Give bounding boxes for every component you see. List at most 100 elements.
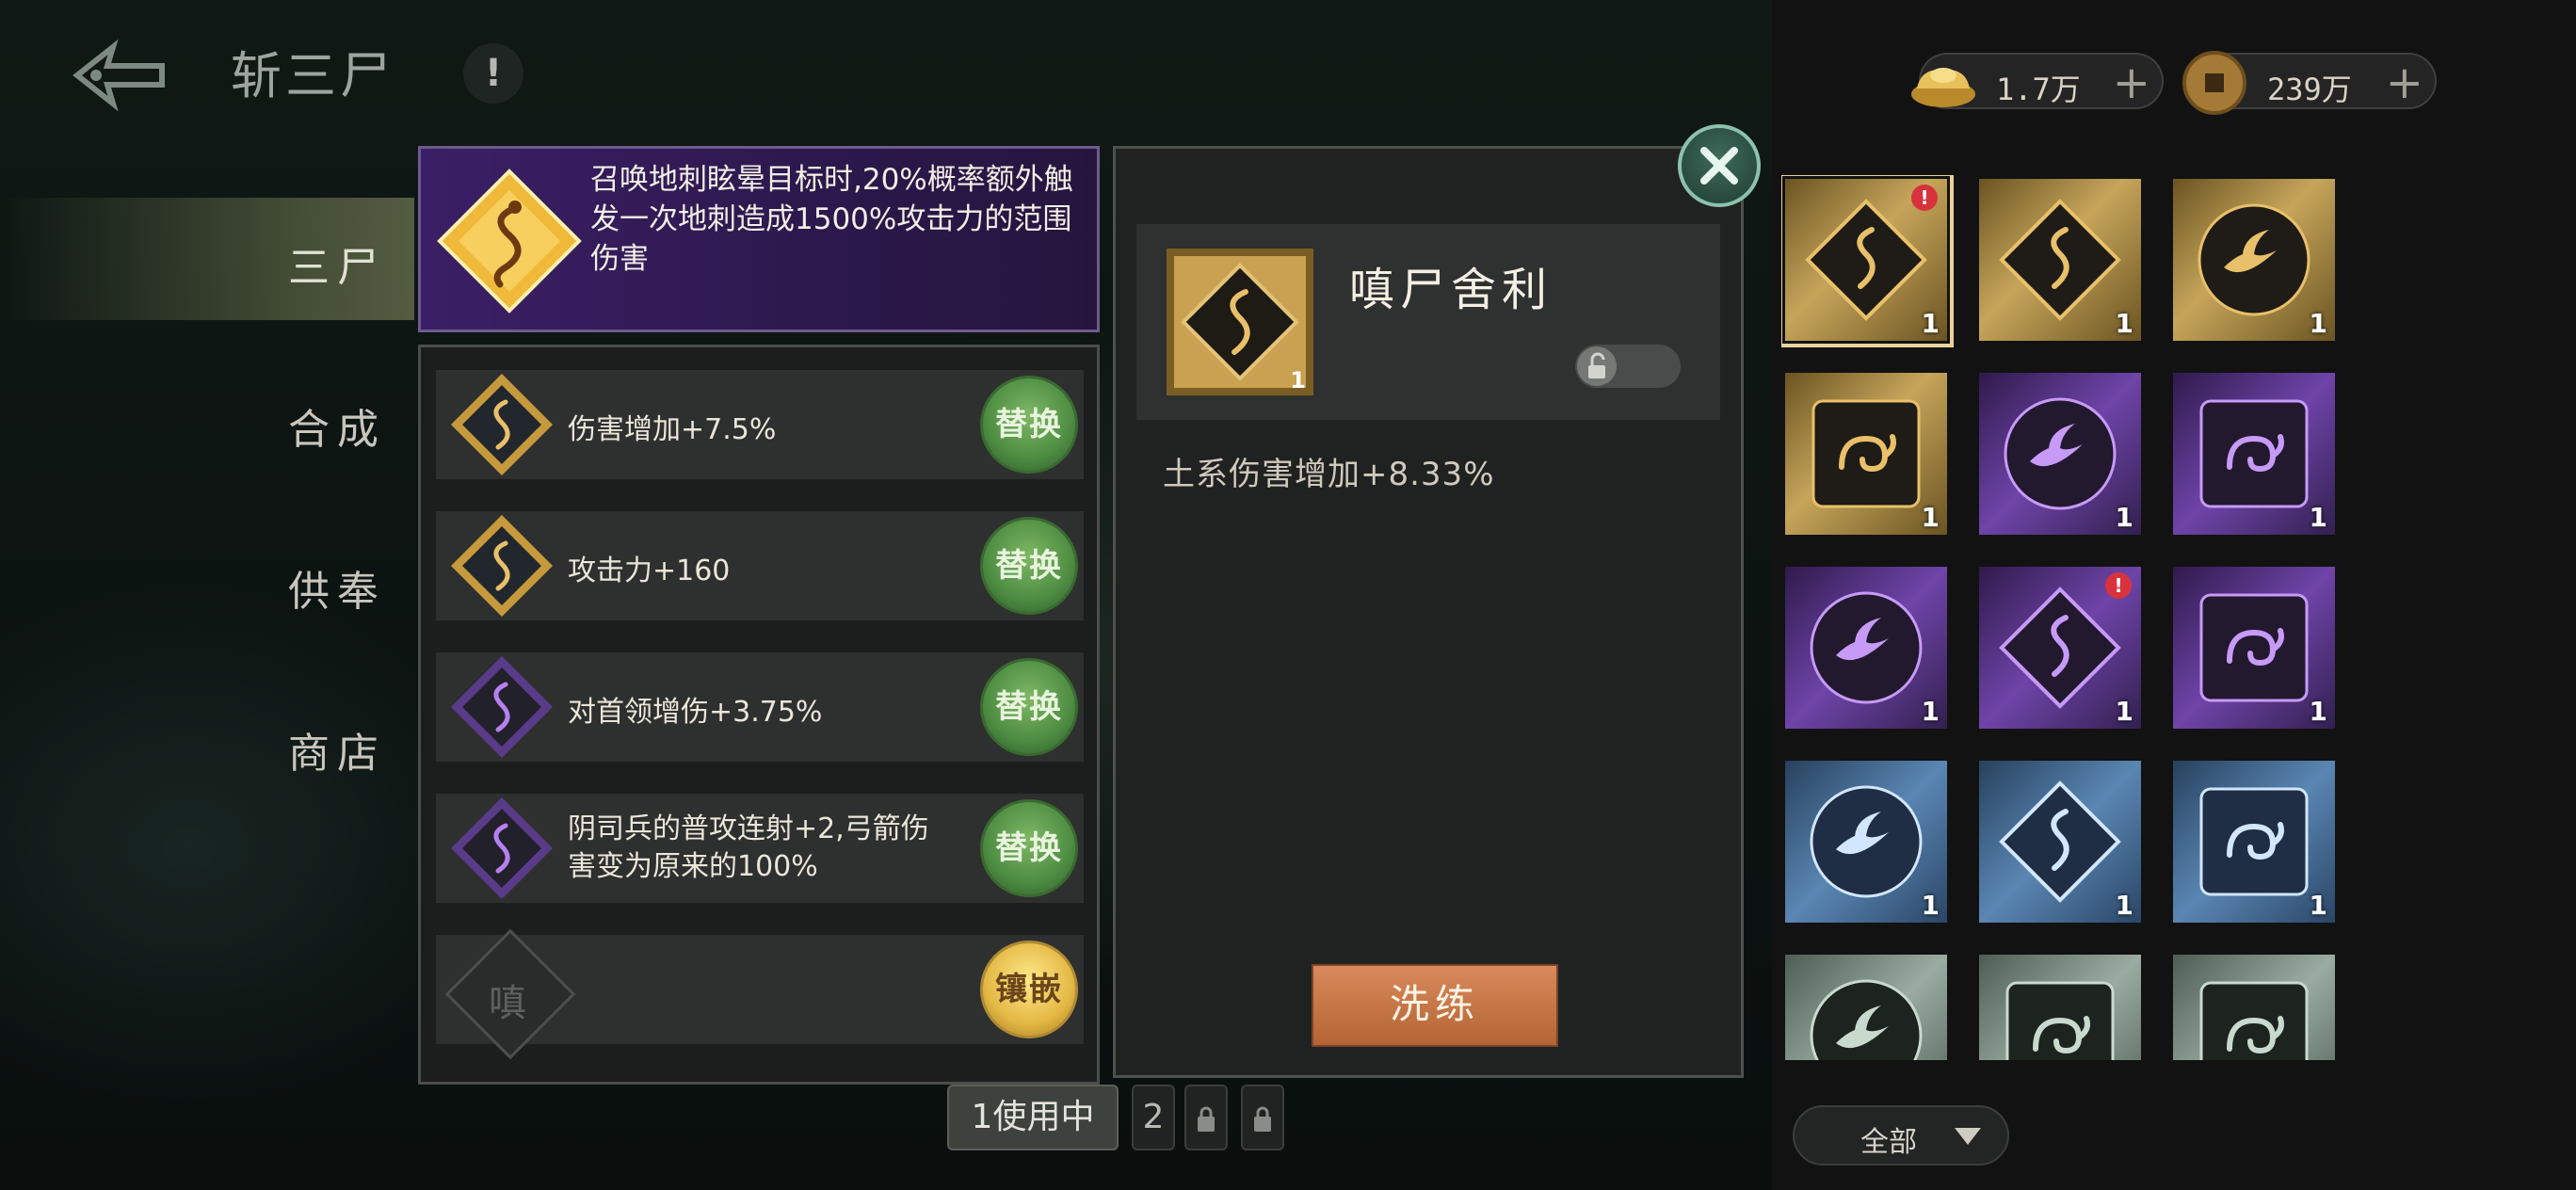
loadout-tab-1[interactable]: 1使用中	[947, 1085, 1119, 1150]
currency-coin: 239万 +	[2182, 51, 2437, 115]
bird-orb-icon	[1810, 785, 1923, 898]
loadout-tab-2[interactable]: 2	[1132, 1085, 1175, 1150]
attribute-panel: 伤害增加+7.5% 替换 攻击力+160 替换 对首领增伤+3.75% 替换 阴…	[418, 345, 1100, 1085]
refine-button[interactable]: 洗练	[1312, 964, 1558, 1047]
gold-amount: 1.7万	[1996, 72, 2081, 107]
relic-stat: 土系伤害增加+8.33%	[1163, 456, 1495, 493]
gold-serpent-gem-icon	[451, 515, 553, 617]
item-count: 1	[2115, 890, 2133, 921]
bird-orb-icon	[2198, 203, 2310, 316]
serpent-rune-icon	[1999, 199, 2121, 321]
lock-icon	[1198, 1106, 1215, 1132]
serpent-rune-icon	[1999, 780, 2121, 903]
inventory-item[interactable]: 1	[1979, 373, 2141, 535]
purple-serpent-gem-icon	[451, 656, 553, 758]
item-count: 1	[2309, 890, 2327, 921]
bird-orb-icon	[2004, 397, 2117, 510]
inventory-item[interactable]	[1785, 955, 1947, 1060]
relic-header: 1 嗔尸舍利	[1136, 224, 1720, 420]
lock-toggle-knob	[1577, 346, 1617, 386]
nav-item-label: 供奉	[288, 568, 386, 616]
attribute-text: 攻击力+160	[568, 555, 731, 587]
inventory-item[interactable]: 1	[1785, 761, 1947, 923]
nav-item-shop[interactable]: 商店	[0, 683, 414, 806]
attribute-row: 阴司兵的普攻连射+2,弓箭伤害变为原来的100% 替换	[436, 794, 1084, 903]
golden-serpent-rune-icon	[437, 169, 582, 314]
currency-gold: 1.7万 +	[1911, 53, 2164, 109]
item-count: 1	[2115, 502, 2133, 533]
nav-item-label: 合成	[288, 406, 386, 454]
relic-icon-frame: 1	[1167, 249, 1313, 395]
replace-button[interactable]: 替换	[980, 376, 1078, 474]
nav-item-sanshi[interactable]: 三尸	[0, 198, 414, 320]
replace-button[interactable]: 替换	[980, 658, 1078, 756]
back-arrow-icon	[72, 39, 165, 112]
coin-add-button[interactable]: +	[2386, 58, 2423, 107]
inventory-item[interactable]: 1	[1785, 373, 1947, 535]
relic-count: 1	[1290, 367, 1306, 394]
unlock-icon	[1588, 352, 1605, 378]
back-button[interactable]	[68, 38, 171, 113]
relic-name: 嗔尸舍利	[1349, 264, 1554, 316]
attribute-text: 阴司兵的普攻连射+2,弓箭伤害变为原来的100%	[568, 812, 929, 883]
item-count: 1	[1921, 502, 1940, 533]
alert-badge: !	[2105, 572, 2132, 599]
inventory-item[interactable]: 1	[1979, 761, 2141, 923]
top-bar: 斩三尸 ! 1.7万 + 239万 +	[0, 0, 2576, 141]
bird-orb-icon	[1810, 591, 1923, 704]
inventory-item[interactable]	[2173, 955, 2335, 1060]
spiral-tile-icon	[2199, 399, 2309, 508]
spiral-tile-icon	[2199, 787, 2309, 896]
inventory-item[interactable]: 1	[1785, 567, 1947, 729]
nav-item-label: 商店	[288, 730, 386, 778]
inventory-item[interactable]: 1	[2173, 761, 2335, 923]
attribute-row: 对首领增伤+3.75% 替换	[436, 652, 1084, 762]
serpent-rune-icon	[1805, 199, 1927, 321]
spiral-tile-icon	[2199, 593, 2309, 702]
close-icon	[1700, 147, 1738, 185]
filter-label: 全部	[1860, 1126, 1917, 1159]
attribute-text: 对首领增伤+3.75%	[568, 696, 823, 729]
filter-dropdown[interactable]: 全部	[1793, 1105, 2009, 1166]
gold-ingot-icon	[1911, 68, 1975, 107]
loadout-tab-4-locked[interactable]	[1241, 1085, 1284, 1150]
inventory-item[interactable]: 1!	[1781, 175, 1954, 347]
chevron-down-icon	[1955, 1128, 1981, 1145]
empty-slot-label: 嗔	[489, 982, 526, 1025]
item-count: 1	[1921, 696, 1940, 727]
lock-icon	[1254, 1106, 1271, 1132]
embed-button[interactable]: 镶嵌	[980, 941, 1078, 1038]
page-title: 斩三尸	[231, 46, 394, 105]
item-count: 1	[2309, 502, 2327, 533]
item-count: 1	[2309, 696, 2327, 727]
loadout-tab-3-locked[interactable]	[1184, 1085, 1228, 1150]
inventory-item[interactable]: 1	[2173, 567, 2335, 729]
gold-add-button[interactable]: +	[2113, 58, 2150, 107]
lock-toggle[interactable]	[1575, 345, 1681, 388]
item-count: 1	[1921, 890, 1940, 921]
attribute-text: 伤害增加+7.5%	[568, 413, 777, 446]
inventory-item[interactable]	[1979, 955, 2141, 1060]
inventory-item[interactable]: 1	[1979, 179, 2141, 341]
info-button[interactable]: !	[463, 43, 523, 104]
replace-button[interactable]: 替换	[980, 799, 1078, 897]
attribute-row: 伤害增加+7.5% 替换	[436, 370, 1084, 479]
inventory-item[interactable]: 1	[2173, 179, 2335, 341]
nav-item-offering[interactable]: 供奉	[0, 522, 414, 644]
nav-item-synthesis[interactable]: 合成	[0, 360, 414, 482]
copper-coin-icon	[2182, 51, 2246, 115]
purple-serpent-gem-icon	[451, 797, 553, 899]
item-count: 1	[2115, 308, 2133, 339]
item-count: 1	[1921, 308, 1940, 339]
spiral-tile-icon	[2005, 981, 2115, 1060]
item-count: 1	[2309, 308, 2327, 339]
inventory-item[interactable]: 1	[2173, 373, 2335, 535]
alert-badge: !	[1911, 185, 1938, 211]
inventory-grid: 1! 1 1 1 1 1 1 1! 1 1 1 1	[1781, 175, 2356, 1060]
spiral-tile-icon	[1811, 399, 1921, 508]
replace-button[interactable]: 替换	[980, 517, 1078, 615]
inventory-item[interactable]: 1!	[1979, 567, 2141, 729]
close-button[interactable]	[1678, 124, 1761, 207]
relic-detail-panel: 1 嗔尸舍利 土系伤害增加+8.33% 洗练	[1113, 146, 1744, 1078]
gold-serpent-gem-icon	[451, 374, 553, 475]
